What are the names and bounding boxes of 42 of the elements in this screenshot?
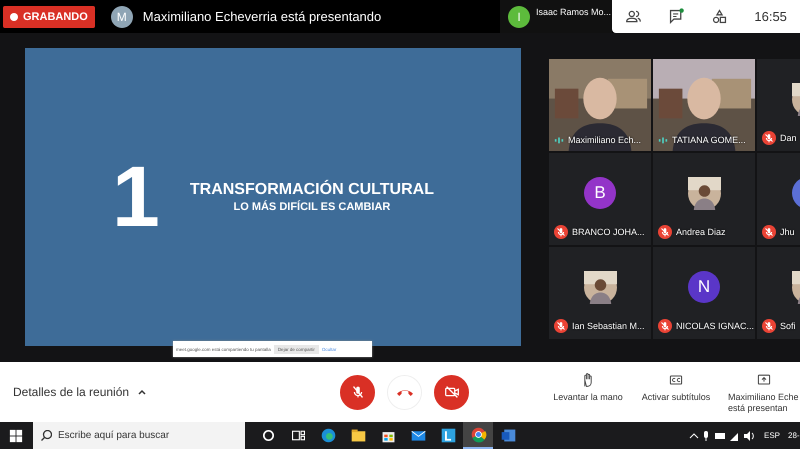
participant-name: TATIANA GOME... [672, 135, 746, 145]
action-button[interactable]: Levantar la mano [546, 370, 630, 403]
participant-name: Isaac Ramos Mo... [536, 7, 612, 17]
slide-title: TRANSFORMACIÓN CULTURAL [190, 181, 434, 199]
participant-name: Sofi [780, 321, 796, 331]
chrome-browser-icon [470, 426, 486, 443]
clock: 16:55 [754, 9, 787, 24]
participant-name: Ian Sebastian M... [572, 321, 645, 331]
participant-name: Dan [780, 133, 797, 143]
word-document-icon [500, 427, 516, 444]
participant-name: Maximiliano Ech... [568, 135, 642, 145]
edge-browser-icon [320, 427, 336, 444]
people-icon[interactable] [625, 8, 642, 25]
hang-up-icon [396, 388, 412, 396]
participant-avatar: B [584, 177, 616, 209]
caret-icon [137, 387, 148, 397]
slide-number: 1 [112, 148, 160, 246]
hang-up-button[interactable] [387, 374, 422, 410]
activities-icon[interactable] [711, 8, 728, 25]
camera-button[interactable] [434, 374, 469, 410]
participant-name: NICOLAS IGNAC... [676, 321, 754, 331]
participant-name: Andrea Diaz [676, 227, 726, 237]
search-field[interactable]: Escribe aquí para buscar [33, 422, 245, 449]
meeting-details-button[interactable]: Detalles de la reunión [13, 385, 313, 399]
participant-name: BRANCO JOHA... [572, 227, 645, 237]
participant-name: Jhu [780, 227, 795, 237]
letter-app-icon [440, 427, 456, 444]
folder-icon [350, 427, 366, 444]
slide-subtitle: LO MÁS DIFÍCIL ES CAMBIAR [233, 201, 390, 213]
presenter-text: Maximiliano Echeverria está presentando [142, 9, 382, 24]
language-indicator[interactable]: ESP [764, 431, 780, 440]
action-button[interactable]: Maximiliano Eche está presentan [722, 370, 800, 414]
participant-avatar: N [688, 271, 720, 303]
taskbar-date[interactable]: 28- [788, 431, 800, 440]
participant-avatar: I [508, 6, 530, 28]
recording-badge: GRABANDO [3, 6, 95, 28]
search-icon [41, 430, 52, 441]
chat-icon[interactable] [668, 8, 686, 25]
presenter-avatar: M [110, 6, 133, 28]
start-button[interactable] [9, 428, 23, 442]
action-button[interactable]: Activar subtítulos [634, 370, 718, 403]
microphone-button[interactable] [340, 374, 375, 410]
